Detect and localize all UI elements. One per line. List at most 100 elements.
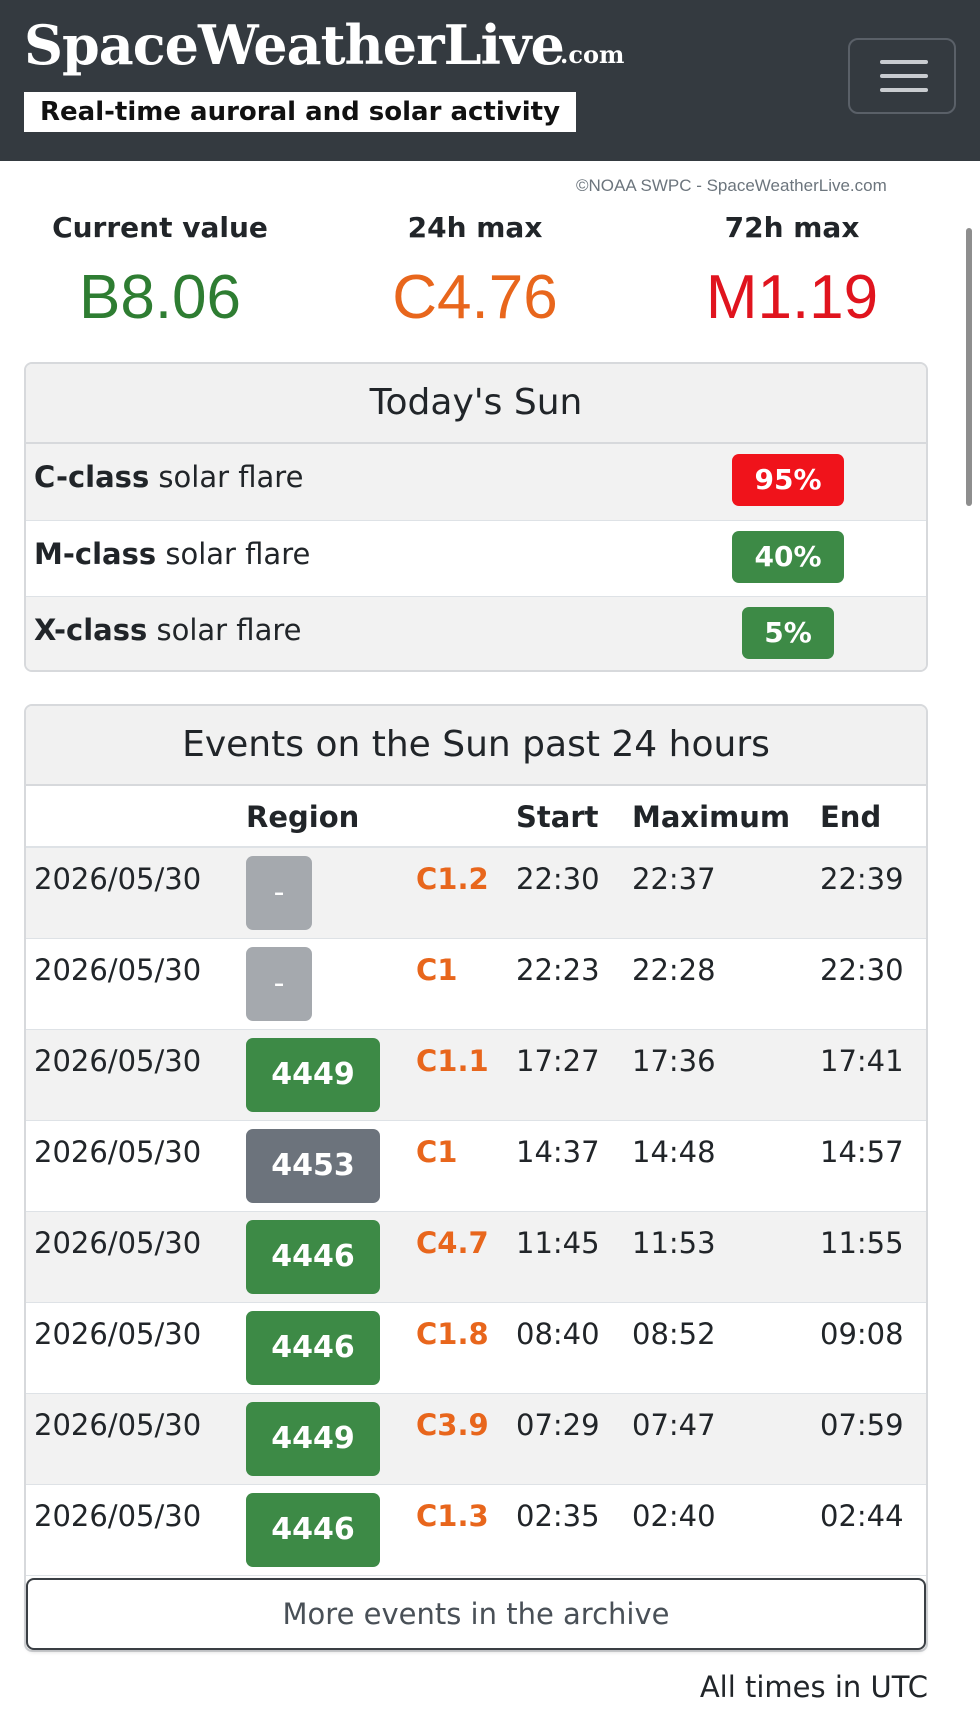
table-row: 2026/05/30 4446 C1.3 02:35 02:40 02:44 — [26, 1485, 926, 1576]
flare-row-x-class: X-class solar flare 5% — [26, 596, 926, 670]
event-date: 2026/05/30 — [34, 1408, 202, 1442]
current-value-stat: Current value B8.06 — [0, 208, 320, 338]
flare-text: solar flare — [149, 460, 304, 494]
top-navbar: SpaceWeatherLive .com Real-time auroral … — [0, 0, 980, 161]
flare-label: X-class solar flare — [34, 613, 301, 647]
end-time: 07:59 — [820, 1408, 904, 1442]
flare-text: solar flare — [156, 537, 311, 571]
start-time: 08:40 — [516, 1317, 600, 1351]
flare-class: C-class — [34, 460, 150, 494]
column-header-region: Region — [246, 800, 360, 834]
table-row: 2026/05/30 4449 C1.1 17:27 17:36 17:41 — [26, 1030, 926, 1121]
todays-sun-card: Today's Sun C-class solar flare 95% M-cl… — [24, 362, 928, 672]
start-time: 02:35 — [516, 1499, 600, 1533]
region-badge[interactable]: 4446 — [246, 1220, 380, 1294]
table-row: 2026/05/30 - C1 22:23 22:28 22:30 — [26, 939, 926, 1030]
end-time: 22:39 — [820, 862, 904, 896]
region-badge[interactable]: 4446 — [246, 1493, 380, 1567]
end-time: 14:57 — [820, 1135, 904, 1169]
flare-class: M-class — [34, 537, 157, 571]
maximum-time: 11:53 — [632, 1226, 716, 1260]
events-table-header: Region Start Maximum End — [26, 786, 926, 848]
maximum-time: 22:37 — [632, 862, 716, 896]
hamburger-menu-icon-bar — [880, 74, 928, 78]
end-time: 02:44 — [820, 1499, 904, 1533]
column-header-end: End — [820, 800, 882, 834]
events-card: Events on the Sun past 24 hours Region S… — [24, 704, 928, 1652]
end-time: 22:30 — [820, 953, 904, 987]
event-date: 2026/05/30 — [34, 862, 202, 896]
data-credit[interactable]: ©NOAA SWPC - SpaceWeatherLive.com — [576, 176, 887, 196]
flare-class: C1.8 — [416, 1317, 489, 1351]
events-table-body: 2026/05/30 - C1.2 22:30 22:37 22:39 2026… — [26, 848, 926, 1576]
end-time: 11:55 — [820, 1226, 904, 1260]
flare-text: solar flare — [147, 613, 302, 647]
maximum-time: 08:52 — [632, 1317, 716, 1351]
start-time: 22:30 — [516, 862, 600, 896]
page-scrollbar[interactable] — [966, 228, 972, 506]
flare-probability-badge: 5% — [742, 607, 834, 659]
flare-row-c-class: C-class solar flare 95% — [26, 444, 926, 520]
region-badge[interactable]: 4449 — [246, 1402, 380, 1476]
events-title: Events on the Sun past 24 hours — [26, 706, 926, 786]
event-date: 2026/05/30 — [34, 1317, 202, 1351]
start-time: 11:45 — [516, 1226, 600, 1260]
flare-probability-list: C-class solar flare 95% M-class solar fl… — [26, 444, 926, 670]
region-badge[interactable]: 4446 — [246, 1311, 380, 1385]
flare-class: C1.1 — [416, 1044, 489, 1078]
table-row: 2026/05/30 4446 C1.8 08:40 08:52 09:08 — [26, 1303, 926, 1394]
max-24h-label: 24h max — [407, 211, 543, 244]
flare-class: C1 — [416, 1135, 458, 1169]
more-events-archive-button[interactable]: More events in the archive — [26, 1578, 926, 1650]
max-72h-label: 72h max — [724, 211, 860, 244]
flare-class: C4.7 — [416, 1226, 489, 1260]
flare-class: C1.3 — [416, 1499, 489, 1533]
start-time: 22:23 — [516, 953, 600, 987]
todays-sun-title: Today's Sun — [26, 364, 926, 444]
timezone-note: All times in UTC — [699, 1670, 928, 1704]
event-date: 2026/05/30 — [34, 1499, 202, 1533]
table-row: 2026/05/30 4449 C3.9 07:29 07:47 07:59 — [26, 1394, 926, 1485]
max-72h-value: M1.19 — [705, 263, 879, 332]
max-24h-stat: 24h max C4.76 — [315, 208, 635, 338]
hamburger-menu-icon-bar — [880, 88, 928, 92]
flare-probability-badge: 40% — [732, 531, 844, 583]
flare-class: C1.2 — [416, 862, 489, 896]
flare-class: C1 — [416, 953, 458, 987]
current-value-label: Current value — [52, 211, 268, 244]
event-date: 2026/05/30 — [34, 1226, 202, 1260]
max-24h-value: C4.76 — [392, 263, 558, 332]
end-time: 17:41 — [820, 1044, 904, 1078]
region-badge[interactable]: 4449 — [246, 1038, 380, 1112]
table-row: 2026/05/30 4446 C4.7 11:45 11:53 11:55 — [26, 1212, 926, 1303]
region-badge: - — [246, 856, 312, 930]
start-time: 14:37 — [516, 1135, 600, 1169]
flare-class: C3.9 — [416, 1408, 489, 1442]
hamburger-menu-icon — [880, 60, 928, 64]
start-time: 07:29 — [516, 1408, 600, 1442]
region-badge[interactable]: 4453 — [246, 1129, 380, 1203]
flare-class: X-class — [34, 613, 148, 647]
site-tagline: Real-time auroral and solar activity — [24, 92, 577, 132]
start-time: 17:27 — [516, 1044, 600, 1078]
event-date: 2026/05/30 — [34, 1044, 202, 1078]
maximum-time: 07:47 — [632, 1408, 716, 1442]
region-badge: - — [246, 947, 312, 1021]
maximum-time: 14:48 — [632, 1135, 716, 1169]
flare-probability-badge: 95% — [732, 454, 844, 506]
table-row: 2026/05/30 - C1.2 22:30 22:37 22:39 — [26, 848, 926, 939]
site-logo[interactable]: SpaceWeatherLive — [24, 12, 565, 78]
event-date: 2026/05/30 — [34, 1135, 202, 1169]
flare-row-m-class: M-class solar flare 40% — [26, 520, 926, 596]
site-logo-suffix[interactable]: .com — [560, 40, 624, 69]
maximum-time: 02:40 — [632, 1499, 716, 1533]
column-header-start: Start — [516, 800, 599, 834]
flare-label: M-class solar flare — [34, 537, 310, 571]
table-row: 2026/05/30 4453 C1 14:37 14:48 14:57 — [26, 1121, 926, 1212]
column-header-maximum: Maximum — [632, 800, 791, 834]
event-date: 2026/05/30 — [34, 953, 202, 987]
hamburger-menu-button[interactable] — [848, 38, 956, 114]
current-value: B8.06 — [78, 263, 242, 332]
maximum-time: 17:36 — [632, 1044, 716, 1078]
flare-label: C-class solar flare — [34, 460, 303, 494]
